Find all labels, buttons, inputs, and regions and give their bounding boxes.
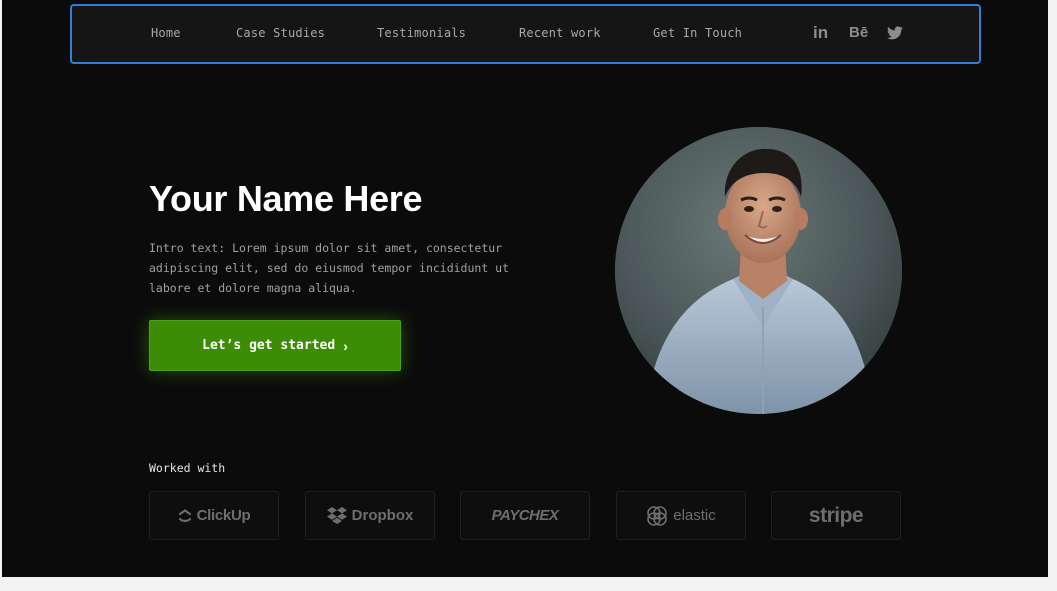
stripe-wordmark: stripe xyxy=(808,503,864,527)
client-logo-stripe: stripe xyxy=(771,491,901,540)
profile-photo xyxy=(615,127,902,414)
nav-link-get-in-touch[interactable]: Get In Touch xyxy=(653,26,742,40)
get-started-button[interactable]: Let’s get started › xyxy=(149,320,401,371)
nav-link-recent-work[interactable]: Recent work xyxy=(519,26,601,40)
twitter-icon[interactable] xyxy=(887,26,903,45)
page: Home Case Studies Testimonials Recent wo… xyxy=(2,0,1048,577)
nav-link-home[interactable]: Home xyxy=(151,26,181,40)
linkedin-icon[interactable]: in xyxy=(813,23,828,43)
twitter-bird-glyph xyxy=(887,26,903,40)
client-logo-dropbox: Dropbox xyxy=(305,491,435,540)
client-logo-elastic: elastic xyxy=(616,491,746,540)
client-logo-clickup: ClickUp xyxy=(149,491,279,540)
top-navigation: Home Case Studies Testimonials Recent wo… xyxy=(70,4,981,64)
nav-link-case-studies[interactable]: Case Studies xyxy=(236,26,325,40)
page-title: Your Name Here xyxy=(149,178,423,219)
clickup-wordmark: ClickUp xyxy=(196,507,251,524)
worked-with-heading: Worked with xyxy=(149,461,226,475)
dropbox-wordmark: Dropbox xyxy=(351,507,414,524)
elastic-wordmark: elastic xyxy=(673,507,716,524)
client-logo-paychex: PAYCHEX xyxy=(460,491,590,540)
elastic-icon xyxy=(647,505,668,526)
get-started-label: Let’s get started xyxy=(202,338,336,353)
paychex-wordmark: PAYCHEX xyxy=(491,507,559,524)
behance-icon[interactable]: Bē xyxy=(849,24,868,41)
intro-text: Intro text: Lorem ipsum dolor sit amet, … xyxy=(149,241,510,295)
chevron-right-icon: › xyxy=(343,337,348,354)
dropbox-icon xyxy=(326,507,347,524)
clickup-icon xyxy=(178,508,191,522)
portrait-illustration xyxy=(615,127,902,414)
nav-link-testimonials[interactable]: Testimonials xyxy=(377,26,466,40)
